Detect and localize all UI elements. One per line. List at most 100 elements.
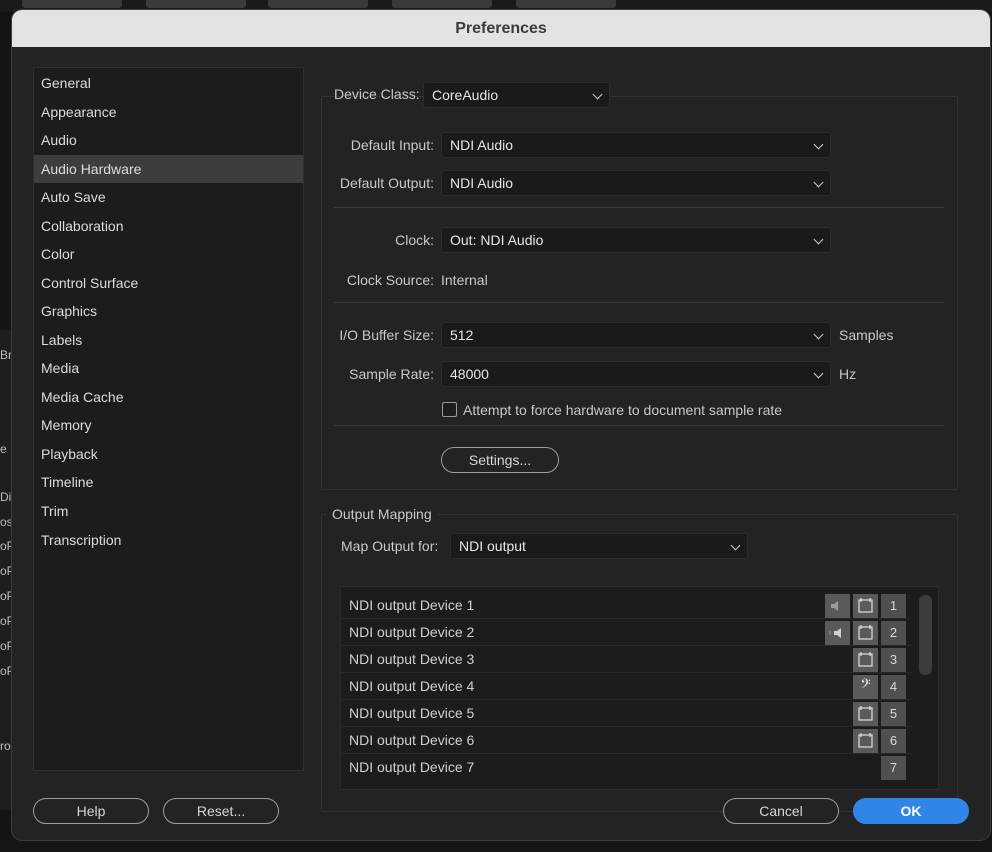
track-target-icon[interactable] — [853, 702, 878, 726]
sidebar-item-memory[interactable]: Memory — [34, 411, 303, 439]
background-tab — [268, 0, 368, 8]
sidebar-item-color[interactable]: Color — [34, 240, 303, 268]
sample-rate-select[interactable]: 48000 — [441, 361, 831, 387]
background-tab — [392, 0, 492, 8]
output-device-name: NDI output Device 6 — [349, 732, 475, 748]
output-device-name: NDI output Device 7 — [349, 759, 475, 775]
background-tab — [22, 0, 122, 8]
sidebar-item-audio[interactable]: Audio — [34, 126, 303, 154]
list-item[interactable]: NDI output Device 7 7 — [341, 755, 913, 781]
chevron-down-icon — [813, 329, 824, 340]
background-text: e — [0, 442, 7, 456]
divider — [334, 207, 944, 208]
default-output-value: NDI Audio — [450, 175, 514, 191]
clock-label: Clock: — [395, 232, 434, 248]
sidebar-item-trim[interactable]: Trim — [34, 497, 303, 525]
chevron-down-icon — [813, 368, 824, 379]
buffer-size-unit: Samples — [839, 327, 894, 343]
sidebar-item-general[interactable]: General — [34, 69, 303, 97]
background-text: ro — [0, 739, 11, 753]
sidebar-item-collaboration[interactable]: Collaboration — [34, 212, 303, 240]
default-output-label: Default Output: — [339, 175, 434, 191]
channel-number: 4 — [881, 675, 906, 699]
clock-source-label: Clock Source: — [346, 272, 434, 288]
speaker-left-icon[interactable] — [825, 594, 850, 618]
clock-value: Out: NDI Audio — [450, 232, 544, 248]
speaker-right-icon[interactable] — [825, 621, 850, 645]
sidebar-item-media-cache[interactable]: Media Cache — [34, 383, 303, 411]
scrollbar-thumb[interactable] — [919, 595, 932, 675]
buffer-size-select[interactable]: 512 — [441, 322, 831, 348]
buffer-size-label: I/O Buffer Size: — [339, 327, 434, 343]
scrollbar[interactable] — [915, 593, 935, 785]
list-item[interactable]: NDI output Device 2 2 — [341, 620, 913, 646]
buffer-size-value: 512 — [450, 327, 474, 343]
background-text: Br — [0, 348, 12, 362]
list-item[interactable]: NDI output Device 3 3 — [341, 647, 913, 673]
track-target-icon[interactable] — [853, 729, 878, 753]
sidebar-item-control-surface[interactable]: Control Surface — [34, 269, 303, 297]
background-text: os — [0, 515, 13, 529]
channel-number: 3 — [881, 648, 906, 672]
track-target-icon[interactable] — [853, 648, 878, 672]
list-item[interactable]: NDI output Device 1 1 — [341, 593, 913, 619]
list-item[interactable]: NDI output Device 6 6 — [341, 728, 913, 754]
ok-button[interactable]: OK — [853, 798, 969, 824]
default-input-select[interactable]: NDI Audio — [441, 132, 831, 158]
list-item[interactable]: NDI output Device 4 𝄢 4 — [341, 674, 913, 700]
preferences-dialog: Preferences General Appearance Audio Aud… — [12, 10, 990, 840]
device-class-label: Device Class: — [334, 86, 420, 102]
force-sample-rate-label: Attempt to force hardware to document sa… — [463, 402, 783, 418]
chevron-down-icon — [592, 89, 603, 100]
bass-clef-icon[interactable]: 𝄢 — [853, 675, 878, 699]
default-input-value: NDI Audio — [450, 137, 514, 153]
background-tab — [516, 0, 616, 8]
map-output-for-value: NDI output — [459, 538, 526, 554]
settings-button[interactable]: Settings... — [441, 447, 559, 473]
output-device-name: NDI output Device 1 — [349, 597, 475, 613]
list-item[interactable]: NDI output Device 5 5 — [341, 701, 913, 727]
track-target-icon[interactable] — [853, 621, 878, 645]
background-tab — [146, 0, 246, 8]
cancel-button[interactable]: Cancel — [723, 798, 839, 824]
device-class-select[interactable]: CoreAudio — [423, 82, 610, 108]
sidebar-item-timeline[interactable]: Timeline — [34, 468, 303, 496]
sidebar-item-media[interactable]: Media — [34, 354, 303, 382]
force-sample-rate-checkbox[interactable] — [442, 402, 457, 417]
output-device-name: NDI output Device 3 — [349, 651, 475, 667]
sidebar-item-appearance[interactable]: Appearance — [34, 98, 303, 126]
preferences-category-list: General Appearance Audio Audio Hardware … — [33, 67, 304, 771]
track-target-icon[interactable] — [853, 594, 878, 618]
output-device-name: NDI output Device 2 — [349, 624, 475, 640]
chevron-down-icon — [813, 234, 824, 245]
default-output-select[interactable]: NDI Audio — [441, 170, 831, 196]
chevron-down-icon — [730, 540, 741, 551]
sidebar-item-graphics[interactable]: Graphics — [34, 297, 303, 325]
sample-rate-unit: Hz — [839, 366, 857, 382]
sidebar-item-transcription[interactable]: Transcription — [34, 526, 303, 554]
help-button[interactable]: Help — [33, 798, 149, 824]
map-output-for-select[interactable]: NDI output — [450, 533, 748, 559]
clock-source-value: Internal — [441, 272, 488, 288]
sidebar-item-audio-hardware[interactable]: Audio Hardware — [34, 155, 303, 183]
reset-button[interactable]: Reset... — [163, 798, 279, 824]
chevron-down-icon — [813, 139, 824, 150]
output-device-name: NDI output Device 5 — [349, 705, 475, 721]
default-input-label: Default Input: — [350, 137, 434, 153]
channel-number: 1 — [881, 594, 906, 618]
sidebar-item-playback[interactable]: Playback — [34, 440, 303, 468]
map-output-for-label: Map Output for: — [341, 538, 439, 554]
device-class-value: CoreAudio — [432, 87, 499, 103]
sample-rate-value: 48000 — [450, 366, 489, 382]
background-app-bottom — [0, 840, 992, 852]
channel-number: 7 — [881, 756, 906, 780]
output-mapping-list: NDI output Device 1 1 NDI output Device … — [340, 586, 939, 790]
channel-number: 6 — [881, 729, 906, 753]
sidebar-item-auto-save[interactable]: Auto Save — [34, 183, 303, 211]
chevron-down-icon — [813, 177, 824, 188]
output-mapping-label: Output Mapping — [326, 506, 438, 522]
clock-select[interactable]: Out: NDI Audio — [441, 227, 831, 253]
sidebar-item-labels[interactable]: Labels — [34, 326, 303, 354]
channel-number: 2 — [881, 621, 906, 645]
sample-rate-label: Sample Rate: — [349, 366, 434, 382]
